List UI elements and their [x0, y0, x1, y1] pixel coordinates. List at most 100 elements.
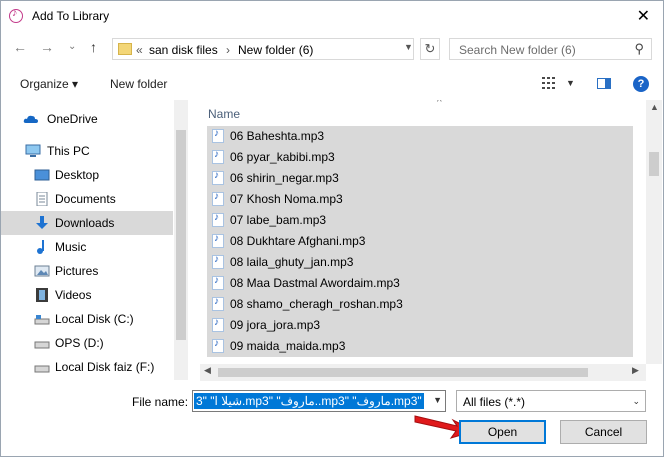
breadcrumb-new-folder-6[interactable]: New folder (6) — [238, 43, 313, 57]
file-name: 06 pyar_kabibi.mp3 — [230, 150, 335, 164]
breadcrumb-san-disk-files[interactable]: san disk files — [149, 43, 218, 57]
pictures-icon — [34, 265, 50, 277]
file-row[interactable]: 09 maida_maida.mp3 — [207, 336, 633, 357]
file-name: 07 Khosh Noma.mp3 — [230, 192, 343, 206]
nav-item-onedrive[interactable]: OneDrive — [1, 107, 173, 131]
nav-label: This PC — [47, 144, 90, 158]
videos-icon — [36, 288, 48, 302]
nav-label: Downloads — [55, 216, 115, 230]
audio-file-icon — [212, 296, 224, 311]
chevron-down-icon: ⌄ — [632, 396, 640, 406]
file-list-horizontal-scrollbar[interactable]: ◀ ▶ — [200, 364, 646, 381]
command-bar: Organize ▾ New folder ▼ ? — [1, 70, 663, 98]
organize-button[interactable]: Organize ▾ — [20, 77, 78, 91]
close-icon[interactable]: ✕ — [637, 6, 650, 26]
up-arrow-icon[interactable]: ↑ — [90, 39, 97, 55]
documents-icon — [36, 192, 48, 206]
view-dropdown-icon[interactable]: ▼ — [566, 78, 575, 88]
file-name: 06 shirin_negar.mp3 — [230, 171, 339, 185]
nav-label: Local Disk faiz (F:) — [55, 360, 155, 374]
nav-item-ops-d[interactable]: OPS (D:) — [1, 331, 173, 355]
nav-item-music[interactable]: Music — [1, 235, 173, 259]
itunes-icon — [9, 7, 23, 23]
open-button[interactable]: Open — [459, 420, 546, 444]
new-folder-button[interactable]: New folder — [110, 77, 167, 91]
breadcrumb-separator: › — [226, 43, 230, 57]
file-row[interactable]: 08 Maa Dastmal Awordaim.mp3 — [207, 273, 633, 294]
file-name: 08 Maa Dastmal Awordaim.mp3 — [230, 276, 400, 290]
audio-file-icon — [212, 212, 224, 227]
nav-label: Desktop — [55, 168, 100, 182]
file-row[interactable]: 08 Dukhtare Afghani.mp3 — [207, 231, 633, 252]
nav-item-pictures[interactable]: Pictures — [1, 259, 173, 283]
scroll-left-icon[interactable]: ◀ — [204, 365, 211, 376]
nav-item-local-disk-c[interactable]: Local Disk (C:) — [1, 307, 173, 331]
file-row[interactable]: 06 shirin_negar.mp3 — [207, 168, 633, 189]
nav-item-this-pc[interactable]: This PC — [1, 139, 173, 163]
file-type-select[interactable]: All files (*.*) ⌄ — [456, 390, 646, 412]
cancel-button[interactable]: Cancel — [560, 420, 647, 444]
file-row[interactable]: 08 laila_ghuty_jan.mp3 — [207, 252, 633, 273]
file-row[interactable]: 08 shamo_cheragh_roshan.mp3 — [207, 294, 633, 315]
file-row[interactable]: 09 jora_jora.mp3 — [207, 315, 633, 336]
file-type-value: All files (*.*) — [463, 395, 526, 409]
computer-icon — [25, 144, 41, 157]
drive-icon — [34, 365, 50, 373]
file-name: 08 Dukhtare Afghani.mp3 — [230, 234, 366, 248]
vertical-scroll-thumb[interactable] — [649, 152, 659, 176]
audio-file-icon — [212, 317, 224, 332]
nav-label: OneDrive — [47, 112, 98, 126]
drive-icon — [34, 341, 50, 349]
file-name: 09 jora_jora.mp3 — [230, 318, 321, 332]
refresh-icon: ↻ — [424, 41, 436, 56]
nav-item-downloads[interactable]: Downloads — [1, 211, 173, 235]
file-row[interactable]: 06 pyar_kabibi.mp3 — [207, 147, 633, 168]
nav-label: Music — [55, 240, 87, 254]
help-button[interactable]: ? — [633, 76, 649, 92]
file-row[interactable]: 06 Baheshta.mp3 — [207, 126, 633, 147]
title-bar: Add To Library ✕ — [1, 1, 663, 32]
forward-arrow-icon[interactable]: → — [40, 39, 54, 55]
refresh-button[interactable]: ↻ — [420, 38, 440, 60]
audio-file-icon — [212, 170, 224, 185]
view-options-icon[interactable] — [542, 77, 556, 89]
file-name: 07 labe_bam.mp3 — [230, 213, 327, 227]
file-name-label: File name: — [132, 395, 189, 409]
address-bar[interactable]: « san disk files › New folder (6) — [112, 38, 414, 60]
file-list-vertical-scrollbar[interactable]: ▲ — [646, 100, 662, 364]
nav-item-local-disk-faiz-f[interactable]: Local Disk faiz (F:) — [1, 355, 173, 379]
file-name: 06 Baheshta.mp3 — [230, 129, 325, 143]
file-row[interactable]: 07 Khosh Noma.mp3 — [207, 189, 633, 210]
address-dropdown-icon[interactable]: ▼ — [404, 42, 413, 52]
nav-item-desktop[interactable]: Desktop — [1, 163, 173, 187]
file-name-dropdown-icon[interactable]: ▼ — [433, 395, 442, 405]
recent-locations-chevron-icon[interactable]: ⌄ — [68, 41, 76, 52]
name-column-header[interactable]: Name — [208, 107, 240, 121]
audio-file-icon — [212, 254, 224, 269]
music-icon — [37, 240, 44, 254]
audio-file-icon — [212, 191, 224, 206]
back-arrow-icon[interactable]: ← — [13, 39, 27, 55]
nav-label: Videos — [55, 288, 92, 302]
nav-label: Pictures — [55, 264, 99, 278]
sort-ascending-icon: ^ — [437, 100, 442, 108]
file-name-input[interactable]: 3" "شیلا ا.mp3" "ماروف..mp3" "ماروف.mp3"… — [192, 390, 446, 412]
nav-scrollbar[interactable] — [174, 100, 188, 380]
file-name: 09 maida_maida.mp3 — [230, 339, 346, 353]
file-row[interactable]: 07 labe_bam.mp3 — [207, 210, 633, 231]
navigation-pane: OneDrive This PC Desktop Documents Downl… — [1, 100, 188, 380]
preview-pane-icon[interactable] — [597, 78, 611, 89]
nav-item-videos[interactable]: Videos — [1, 283, 173, 307]
search-icon: ⚲ — [634, 41, 644, 56]
file-name: 08 shamo_cheragh_roshan.mp3 — [230, 297, 403, 311]
scroll-up-icon[interactable]: ▲ — [650, 102, 659, 112]
nav-item-documents[interactable]: Documents — [1, 187, 173, 211]
file-name: 08 laila_ghuty_jan.mp3 — [230, 255, 354, 269]
file-name-value: 3" "شیلا ا.mp3" "ماروف..mp3" "ماروف.mp3" — [194, 393, 424, 409]
scroll-right-icon[interactable]: ▶ — [632, 365, 639, 376]
nav-scroll-thumb[interactable] — [176, 130, 186, 340]
breadcrumb-overflow[interactable]: « — [136, 43, 143, 57]
horizontal-scroll-thumb[interactable] — [218, 368, 588, 377]
address-row: ← → ⌄ ↑ « san disk files › New folder (6… — [1, 35, 663, 65]
search-box[interactable]: Search New folder (6) ⚲ — [449, 38, 652, 60]
